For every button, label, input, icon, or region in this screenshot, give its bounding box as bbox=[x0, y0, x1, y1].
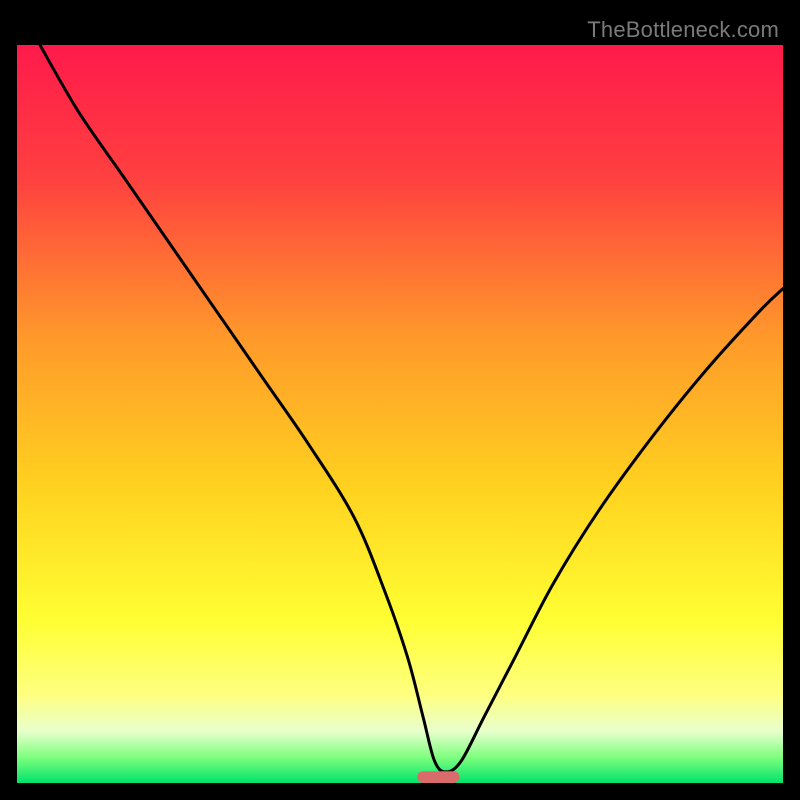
optimal-marker bbox=[417, 771, 459, 783]
chart-frame: TheBottleneck.com bbox=[17, 17, 783, 783]
chart-plot bbox=[17, 45, 783, 783]
chart-svg bbox=[17, 45, 783, 783]
watermark-text: TheBottleneck.com bbox=[587, 17, 779, 43]
